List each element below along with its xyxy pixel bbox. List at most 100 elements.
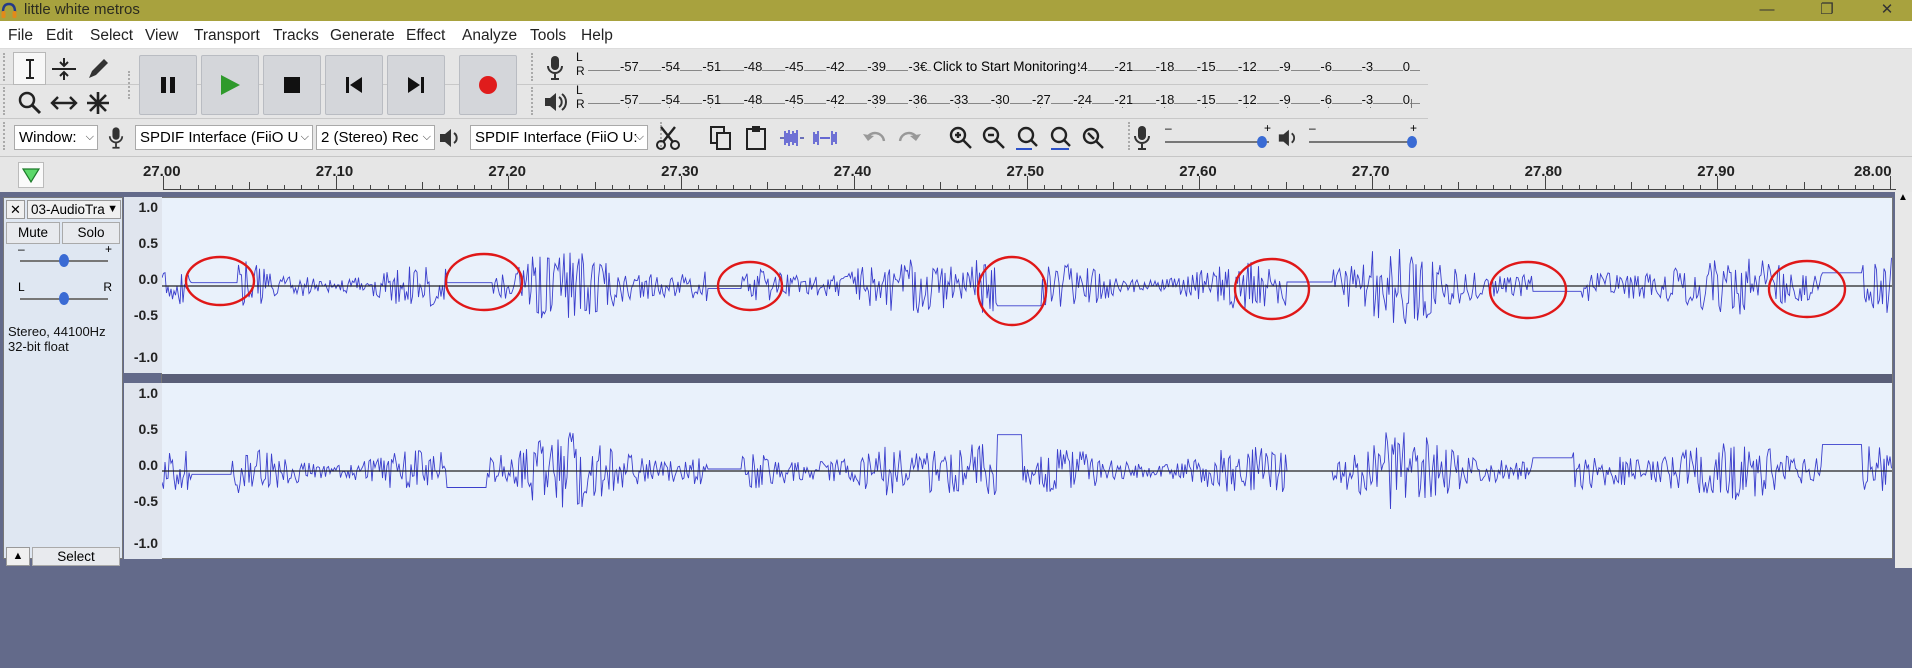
meter-tick-label: -39 <box>867 59 886 74</box>
microphone-icon[interactable] <box>538 51 571 84</box>
playback-meter[interactable]: L R -57 -54 -51 -48 -45 -42 -39 -36 -33 -30 -27 -24… <box>570 83 1420 117</box>
fit-project-icon[interactable] <box>1043 121 1076 154</box>
track-name-menu[interactable]: 03-AudioTra ▼ <box>27 200 121 219</box>
restore-icon[interactable]: ❐ <box>1804 0 1850 21</box>
menu-edit[interactable]: Edit <box>46 27 73 45</box>
zoom-tool-icon[interactable] <box>13 86 46 119</box>
menu-tools[interactable]: Tools <box>530 27 566 45</box>
channel-l-label: L <box>576 83 583 97</box>
timeline-tick <box>905 185 907 190</box>
solo-button[interactable]: Solo <box>62 222 120 244</box>
redo-icon[interactable] <box>892 121 925 154</box>
zoom-in-icon[interactable] <box>944 121 977 154</box>
menu-tracks[interactable]: Tracks <box>273 27 319 45</box>
menu-generate[interactable]: Generate <box>330 27 395 45</box>
pan-slider[interactable]: L R <box>18 280 112 308</box>
timeline-label: 27.50 <box>1006 163 1045 180</box>
playback-device-select[interactable]: SPDIF Interface (FiiO U: ⌵ <box>470 125 648 150</box>
recording-volume-slider[interactable]: – + <box>1163 121 1273 149</box>
timeline-tick <box>301 185 303 190</box>
pause-icon <box>161 77 175 93</box>
skip-start-icon <box>346 77 362 93</box>
meter-tick-label: -33 <box>949 92 969 107</box>
timeline-tick <box>1216 185 1218 190</box>
zoom-toggle-icon[interactable] <box>1076 121 1109 154</box>
timeline-tick <box>1268 185 1270 190</box>
toolbar-grip[interactable] <box>531 53 536 81</box>
toolbar-grip[interactable] <box>128 71 133 99</box>
collapse-track-button[interactable]: ▲ <box>6 547 30 566</box>
skip-start-button[interactable] <box>325 55 383 115</box>
menu-effect[interactable]: Effect <box>406 27 445 45</box>
zoom-out-icon[interactable] <box>977 121 1010 154</box>
meter-tick-label: -18 <box>1155 59 1175 74</box>
recording-channels-select[interactable]: 2 (Stereo) Rec ⌵ <box>316 125 435 150</box>
copy-icon[interactable] <box>704 121 737 154</box>
timeline-tick <box>715 185 717 190</box>
timeline-tick <box>1112 182 1114 190</box>
waveform-display[interactable] <box>162 198 1892 558</box>
timeline-tick <box>957 185 959 190</box>
timeline-tick <box>1786 185 1788 190</box>
start-monitoring-text[interactable]: Click to Start Monitoring <box>931 59 1079 74</box>
meter-tick-label: -30 <box>990 92 1010 107</box>
playback-volume-slider[interactable]: – + <box>1307 121 1419 149</box>
cut-icon[interactable] <box>652 121 684 154</box>
menu-help[interactable]: Help <box>581 27 613 45</box>
menu-view[interactable]: View <box>145 27 178 45</box>
play-button[interactable] <box>201 55 259 115</box>
timeline-tick <box>784 185 786 190</box>
timeline-tick <box>1855 185 1857 190</box>
recording-meter[interactable]: L R -57 -54 -51 -48 -45 -42 -39 -3€ 24 -21 -18 -15-… <box>570 50 1420 84</box>
paste-icon[interactable] <box>739 121 772 154</box>
timeline-ruler[interactable]: 27.00 27.10 27.20 27.30 27.40 27.50 27.60 27.70… <box>0 156 1912 192</box>
toolbar-grip[interactable] <box>3 122 8 150</box>
timeline-tick <box>1700 185 1702 190</box>
record-icon <box>479 76 497 94</box>
timeline-tick <box>1078 185 1080 190</box>
record-button[interactable] <box>459 55 517 115</box>
menu-file[interactable]: File <box>8 27 33 45</box>
speaker-icon[interactable] <box>538 85 571 118</box>
close-track-button[interactable]: ✕ <box>6 200 25 219</box>
menu-bar: File Edit Select View Transport Tracks G… <box>0 21 1912 49</box>
vertical-scrollbar[interactable]: ▲ <box>1895 192 1912 568</box>
undo-icon[interactable] <box>858 121 891 154</box>
host-select[interactable]: Window: ⌵ <box>14 125 98 150</box>
amplitude-label: -1.0 <box>133 535 158 551</box>
skip-end-button[interactable] <box>387 55 445 115</box>
fit-selection-icon[interactable] <box>1010 121 1043 154</box>
timeline-tick <box>888 185 890 190</box>
gain-slider[interactable]: – + <box>18 242 112 270</box>
menu-analyze[interactable]: Analyze <box>462 27 517 45</box>
toolbar-grip[interactable] <box>3 53 8 81</box>
menu-select[interactable]: Select <box>90 27 133 45</box>
meter-tick-label: -27 <box>1032 92 1051 107</box>
pause-button[interactable] <box>139 55 197 115</box>
select-track-button[interactable]: Select <box>32 547 120 566</box>
toolbar-grip[interactable] <box>3 87 8 115</box>
multi-tool-icon[interactable] <box>81 86 114 119</box>
timeline-tick <box>1337 185 1339 190</box>
timeline-tick <box>594 182 596 190</box>
timeline-tick <box>1406 185 1408 190</box>
close-icon[interactable]: ✕ <box>1864 0 1910 21</box>
recording-device-mic-icon <box>108 126 124 154</box>
mute-button[interactable]: Mute <box>6 222 60 244</box>
play-head-button[interactable] <box>18 162 44 188</box>
meter-tick-label: -42 <box>826 59 845 74</box>
toolbar-grip[interactable] <box>531 87 536 115</box>
recording-device-select[interactable]: SPDIF Interface (FiiO U ⌵ <box>135 125 313 150</box>
silence-audio-icon[interactable] <box>808 121 841 154</box>
minimize-icon[interactable]: — <box>1744 0 1790 21</box>
trim-audio-icon[interactable] <box>775 121 808 154</box>
stop-button[interactable] <box>263 55 321 115</box>
envelope-tool-icon[interactable] <box>47 52 80 85</box>
draw-tool-icon[interactable] <box>81 52 114 85</box>
timeshift-tool-icon[interactable] <box>47 86 80 119</box>
amplitude-label: 0.0 <box>138 457 158 473</box>
timeline-tick <box>1130 185 1132 190</box>
timeline-tick <box>1164 185 1166 190</box>
menu-transport[interactable]: Transport <box>194 27 260 45</box>
selection-tool-icon[interactable] <box>13 52 46 85</box>
